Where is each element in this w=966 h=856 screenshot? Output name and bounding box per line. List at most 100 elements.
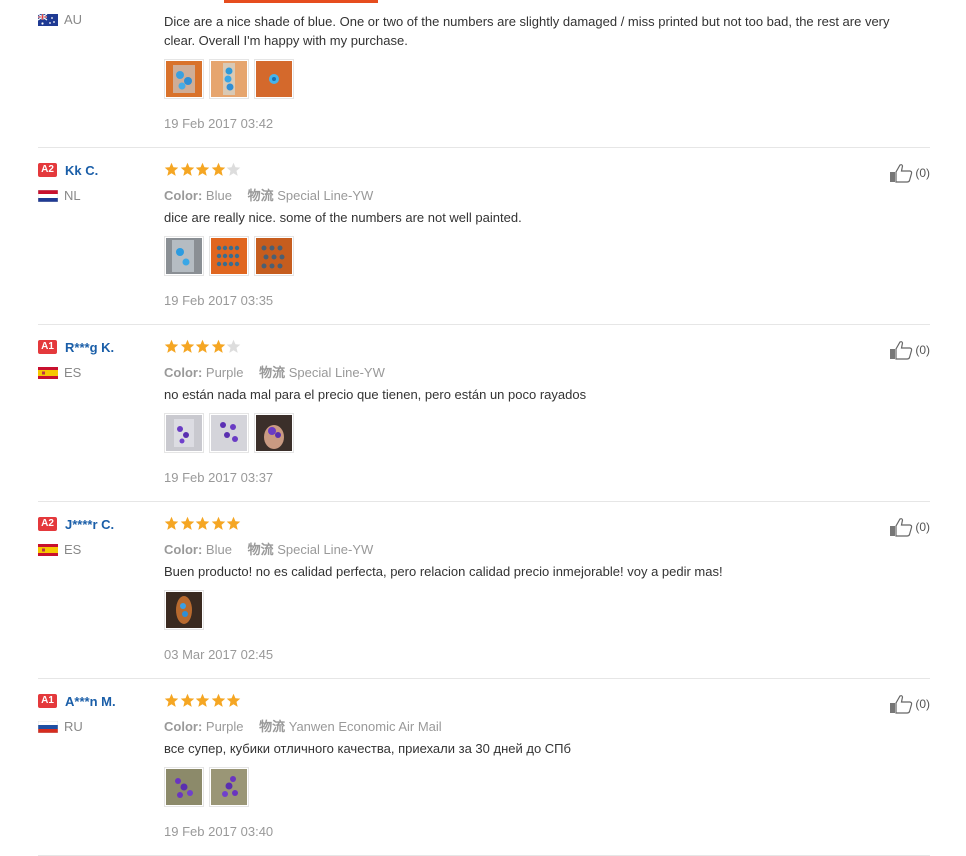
review-photos [164,767,254,807]
reviewer-country: NL [64,188,81,203]
flag-nl-icon [38,189,58,202]
shipping-label: 物流 [259,365,286,380]
review-text: dice are really nice. some of the number… [164,210,522,225]
review-photo[interactable] [164,413,204,453]
review-photo[interactable] [254,236,294,276]
review-item: A2 Kk C. NL Color: Blue 物流 Special Line-… [38,148,930,325]
review-photo[interactable] [164,590,204,630]
flag-es-icon [38,366,58,379]
review-attributes: Color: Purple 物流 Special Line-YW [164,362,385,381]
rating-stars [164,516,242,532]
shipping-value: Special Line-YW [288,365,385,380]
review-photo[interactable] [209,413,249,453]
star-empty-icon [226,162,241,176]
shipping-label: 物流 [259,719,286,734]
color-value: Blue [205,542,232,557]
thumbs-up-icon [890,518,913,537]
color-label: Color: [164,365,203,380]
review-item: A2 J****r C. ES Color: Blue 物流 Special L… [38,502,930,679]
review-text: все супер, кубики отличного качества, пр… [164,741,571,756]
reviewer-name[interactable]: R***g K. [65,340,114,355]
thumbs-up-icon [890,164,913,183]
color-value: Blue [205,188,232,203]
rating-stars [164,162,242,178]
review-photo[interactable] [254,59,294,99]
shipping-value: Yanwen Economic Air Mail [288,719,442,734]
review-photo[interactable] [164,767,204,807]
review-photo[interactable] [164,236,204,276]
helpful-button[interactable]: (0) [889,163,930,183]
star-full-icon [195,339,210,353]
buyer-level-badge: A2 [38,163,57,177]
star-full-icon [211,693,225,707]
review-photo[interactable] [209,767,249,807]
review-item: AU Dice are a nice shade of blue. One or… [38,0,930,148]
flag-ru-icon [38,720,58,733]
review-date: 19 Feb 2017 03:40 [164,824,274,839]
review-attributes: Color: Purple 物流 Yanwen Economic Air Mai… [164,716,442,735]
review-date: 19 Feb 2017 03:42 [164,116,274,131]
review-photos [164,236,299,276]
reviewer-name[interactable]: A***n M. [65,694,116,709]
review-date: 03 Mar 2017 02:45 [164,647,274,662]
shipping-label: 物流 [247,188,274,203]
helpful-button[interactable]: (0) [889,340,930,360]
shipping-value: Special Line-YW [277,542,374,557]
review-item: A1 R***g K. ES Color: Purple 物流 Special … [38,325,930,502]
reviewer-country: RU [64,719,83,734]
review-attributes: Color: Blue 物流 Special Line-YW [164,539,373,558]
review-text: Dice are a nice shade of blue. One or tw… [164,14,890,48]
reviewer-name[interactable]: J****r C. [65,517,114,532]
reviewer-country: ES [64,542,82,557]
review-text: Buen producto! no es calidad perfecta, p… [164,564,723,579]
star-full-icon [180,162,194,176]
review-photo[interactable] [164,59,204,99]
review-item: A1 A***n M. RU Color: Purple 物流 Yanwen E… [38,679,930,856]
thumbs-up-icon [890,695,913,714]
helpful-button[interactable]: (0) [889,517,930,537]
reviewer-country: ES [64,365,82,380]
rating-stars [164,693,242,709]
helpful-count: (0) [915,343,930,357]
star-empty-icon [226,339,241,353]
rating-stars [164,339,242,355]
color-label: Color: [164,719,203,734]
reviewer-country: AU [64,12,83,27]
flag-au-icon [38,13,58,26]
review-date: 19 Feb 2017 03:35 [164,293,274,308]
star-full-icon [226,516,241,530]
thumbs-up-icon [890,341,913,360]
review-text: no están nada mal para el precio que tie… [164,387,587,402]
star-full-icon [195,693,210,707]
flag-es-icon [38,543,58,556]
star-full-icon [164,339,179,353]
star-full-icon [195,162,210,176]
star-full-icon [226,693,241,707]
review-photo[interactable] [209,59,249,99]
helpful-count: (0) [915,520,930,534]
review-photos [164,413,299,453]
color-label: Color: [164,188,203,203]
buyer-level-badge: A1 [38,694,57,708]
helpful-count: (0) [915,697,930,711]
shipping-label: 物流 [247,542,274,557]
star-full-icon [164,516,179,530]
star-full-icon [164,162,179,176]
review-date: 19 Feb 2017 03:37 [164,470,274,485]
star-full-icon [211,162,225,176]
reviewer-name[interactable]: Kk C. [65,163,98,178]
star-full-icon [211,516,225,530]
review-attributes: Color: Blue 物流 Special Line-YW [164,185,373,204]
color-value: Purple [205,719,244,734]
helpful-button[interactable]: (0) [889,694,930,714]
color-label: Color: [164,542,203,557]
color-value: Purple [205,365,244,380]
review-photo[interactable] [254,413,294,453]
star-full-icon [180,339,194,353]
buyer-level-badge: A1 [38,340,57,354]
review-photos [164,59,299,99]
star-full-icon [211,339,225,353]
review-photo[interactable] [209,236,249,276]
shipping-value: Special Line-YW [277,188,374,203]
helpful-count: (0) [915,166,930,180]
